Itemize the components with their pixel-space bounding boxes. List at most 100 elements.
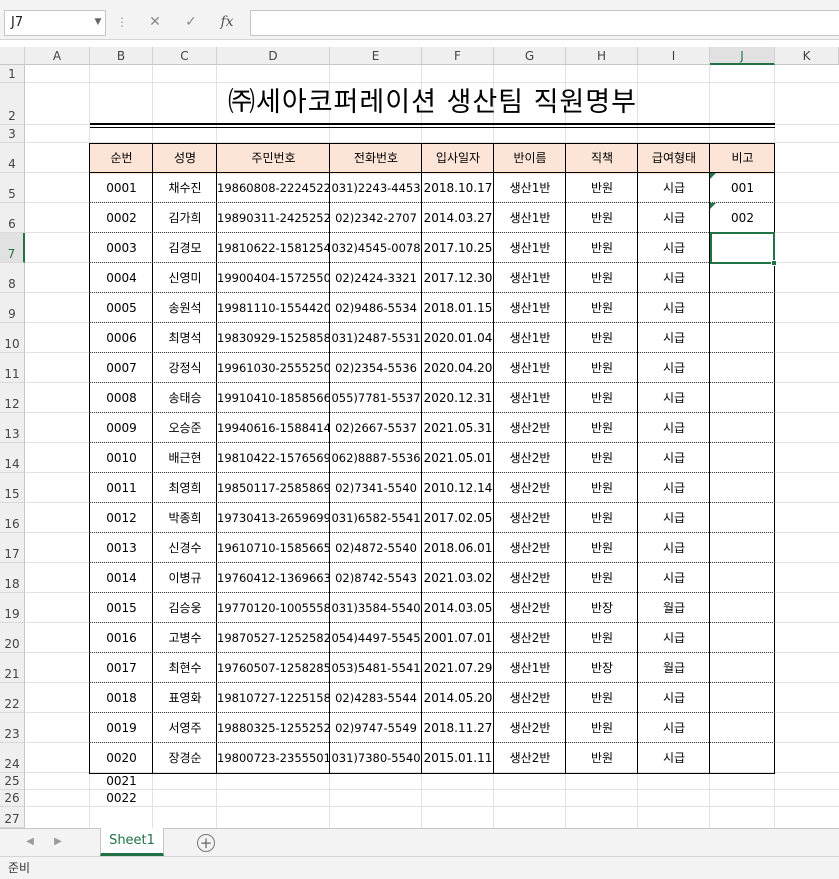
table-cell[interactable]: 02)9747-5549 — [330, 713, 422, 743]
table-cell[interactable]: 0010 — [90, 443, 153, 473]
table-cell[interactable]: 생산2반 — [494, 413, 566, 443]
table-cell[interactable]: 시급 — [638, 743, 710, 773]
formula-input[interactable] — [250, 10, 839, 36]
table-header-cell[interactable]: 직책 — [566, 143, 638, 173]
table-cell[interactable]: 2017.12.30 — [422, 263, 494, 293]
table-cell[interactable]: 최명석 — [153, 323, 217, 353]
table-cell[interactable]: 0011 — [90, 473, 153, 503]
table-cell[interactable]: 강정식 — [153, 353, 217, 383]
table-cell[interactable]: 김경모 — [153, 233, 217, 263]
table-cell[interactable]: 반원 — [566, 263, 638, 293]
table-cell[interactable]: 시급 — [638, 683, 710, 713]
table-header-cell[interactable]: 주민번호 — [217, 143, 330, 173]
chevron-down-icon[interactable]: ▼ — [90, 10, 106, 36]
table-cell[interactable]: 19730413-2659699 — [217, 503, 330, 533]
table-cell[interactable]: 032)4545-0078 — [330, 233, 422, 263]
table-cell[interactable] — [710, 563, 775, 593]
table-cell[interactable]: 02)8742-5543 — [330, 563, 422, 593]
comment-indicator[interactable] — [710, 203, 716, 209]
table-cell[interactable]: 생산1반 — [494, 323, 566, 353]
row-header-23[interactable]: 23 — [0, 713, 25, 743]
row-header-10[interactable]: 10 — [0, 323, 25, 353]
table-cell[interactable]: 생산1반 — [494, 203, 566, 233]
table-cell[interactable]: 19910410-1858566 — [217, 383, 330, 413]
table-cell[interactable] — [710, 263, 775, 293]
table-cell[interactable]: 2018.11.27 — [422, 713, 494, 743]
table-cell[interactable]: 김승웅 — [153, 593, 217, 623]
row-header-21[interactable]: 21 — [0, 653, 25, 683]
table-cell[interactable]: 19610710-1585665 — [217, 533, 330, 563]
table-cell[interactable]: 생산2반 — [494, 743, 566, 773]
column-header-f[interactable]: F — [422, 47, 494, 65]
table-cell[interactable]: 고병수 — [153, 623, 217, 653]
table-cell[interactable]: 02)4283-5544 — [330, 683, 422, 713]
table-cell[interactable] — [710, 353, 775, 383]
comment-indicator[interactable] — [710, 173, 716, 179]
table-cell[interactable]: 시급 — [638, 173, 710, 203]
table-cell[interactable] — [710, 623, 775, 653]
table-cell[interactable]: 생산1반 — [494, 353, 566, 383]
row-header-20[interactable]: 20 — [0, 623, 25, 653]
table-cell[interactable]: 0022 — [90, 790, 153, 807]
row-header-24[interactable]: 24 — [0, 743, 25, 773]
table-cell[interactable]: 02)2667-5537 — [330, 413, 422, 443]
table-cell[interactable]: 채수진 — [153, 173, 217, 203]
table-cell[interactable]: 19810727-1225158 — [217, 683, 330, 713]
table-cell[interactable]: 생산2반 — [494, 713, 566, 743]
table-cell[interactable]: 2001.07.01 — [422, 623, 494, 653]
table-cell[interactable]: 월급 — [638, 653, 710, 683]
table-cell[interactable]: 반원 — [566, 743, 638, 773]
table-cell[interactable]: 054)4497-5545 — [330, 623, 422, 653]
row-header-17[interactable]: 17 — [0, 533, 25, 563]
table-cell[interactable]: 시급 — [638, 443, 710, 473]
table-cell[interactable] — [710, 323, 775, 353]
table-cell[interactable]: 배근현 — [153, 443, 217, 473]
row-header-13[interactable]: 13 — [0, 413, 25, 443]
table-cell[interactable] — [710, 743, 775, 773]
table-cell[interactable]: 이병규 — [153, 563, 217, 593]
table-cell[interactable]: 시급 — [638, 473, 710, 503]
table-cell[interactable]: 시급 — [638, 323, 710, 353]
table-cell[interactable]: 19810422-1576569 — [217, 443, 330, 473]
table-header-cell[interactable]: 반이름 — [494, 143, 566, 173]
table-cell[interactable]: 0001 — [90, 173, 153, 203]
table-cell[interactable]: 박종희 — [153, 503, 217, 533]
table-cell[interactable]: 19860808-2224522 — [217, 173, 330, 203]
table-cell[interactable]: 반원 — [566, 623, 638, 653]
table-cell[interactable]: 반원 — [566, 353, 638, 383]
table-header-cell[interactable]: 비고 — [710, 143, 775, 173]
row-header-6[interactable]: 6 — [0, 203, 25, 233]
table-cell[interactable]: 0021 — [90, 773, 153, 790]
table-cell[interactable] — [710, 503, 775, 533]
active-cell-selection[interactable] — [710, 232, 775, 264]
row-header-18[interactable]: 18 — [0, 563, 25, 593]
table-cell[interactable]: 19770120-1005558 — [217, 593, 330, 623]
table-cell[interactable]: 031)2487-5531 — [330, 323, 422, 353]
row-header-15[interactable]: 15 — [0, 473, 25, 503]
table-cell[interactable]: 서영주 — [153, 713, 217, 743]
table-cell[interactable]: 0019 — [90, 713, 153, 743]
table-cell[interactable]: 031)7380-5540 — [330, 743, 422, 773]
table-cell[interactable]: 송태승 — [153, 383, 217, 413]
table-cell[interactable]: 19830929-1525858 — [217, 323, 330, 353]
table-cell[interactable]: 2018.06.01 — [422, 533, 494, 563]
table-cell[interactable]: 002 — [710, 203, 775, 233]
table-cell[interactable]: 2021.05.31 — [422, 413, 494, 443]
table-cell[interactable] — [710, 383, 775, 413]
row-header-27[interactable]: 27 — [0, 807, 25, 828]
table-cell[interactable]: 19870527-1252582 — [217, 623, 330, 653]
table-cell[interactable]: 19810622-1581254 — [217, 233, 330, 263]
table-cell[interactable]: 0008 — [90, 383, 153, 413]
table-cell[interactable]: 신영미 — [153, 263, 217, 293]
column-header-g[interactable]: G — [494, 47, 566, 65]
table-cell[interactable]: 02)4872-5540 — [330, 533, 422, 563]
row-header-9[interactable]: 9 — [0, 293, 25, 323]
table-cell[interactable]: 02)2354-5536 — [330, 353, 422, 383]
table-cell[interactable]: 2020.12.31 — [422, 383, 494, 413]
table-cell[interactable]: 19800723-2355501 — [217, 743, 330, 773]
table-cell[interactable]: 표영화 — [153, 683, 217, 713]
row-header-5[interactable]: 5 — [0, 173, 25, 203]
row-header-22[interactable]: 22 — [0, 683, 25, 713]
table-cell[interactable]: 생산2반 — [494, 473, 566, 503]
table-cell[interactable] — [710, 533, 775, 563]
